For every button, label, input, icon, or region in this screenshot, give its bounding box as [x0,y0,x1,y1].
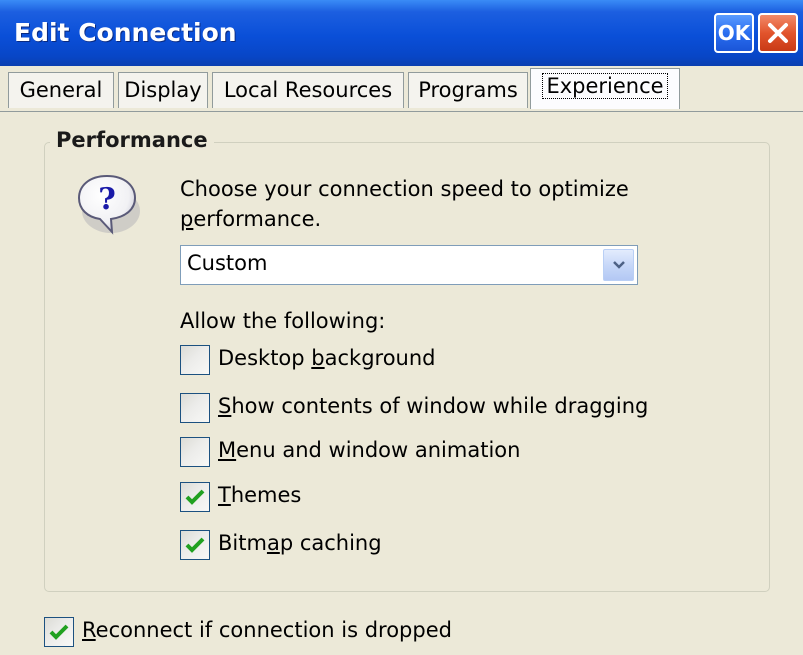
chevron-down-icon [613,261,625,269]
tab-programs[interactable]: Programs [408,72,528,108]
question-mark-balloon-icon: ? [77,174,140,235]
checkbox-box[interactable] [180,345,210,375]
speed-description: Choose your connection speed to optimize… [180,177,629,231]
checkbox-box[interactable] [180,530,210,560]
allow-label: Allow the following: [180,309,386,333]
checkbox-label: Reconnect if connection is dropped [82,618,452,642]
window-title: Edit Connection [14,18,237,47]
checkbox-label: Show contents of window while dragging [218,394,649,418]
checkbox-box[interactable] [180,482,210,512]
title-bar[interactable]: Edit Connection OK [0,0,803,66]
checkbox-label: Themes [218,483,302,507]
connection-speed-value: Custom [187,251,268,275]
tab-display[interactable]: Display [118,72,208,108]
performance-group-title: Performance [50,128,214,152]
checkbox-box[interactable] [44,617,74,647]
ok-button[interactable]: OK [714,13,754,53]
tab-experience[interactable]: Experience [530,68,680,109]
dropdown-button[interactable] [603,249,634,281]
checkbox-label: Menu and window animation [218,438,521,462]
close-icon [768,23,788,43]
tab-strip: General Display Local Resources Programs… [0,66,803,112]
tab-divider [0,111,803,112]
close-button[interactable] [758,13,798,53]
tab-general[interactable]: General [8,72,114,108]
checkbox-label: Bitmap caching [218,531,382,555]
checkmark-icon [49,624,69,640]
checkmark-icon [185,537,205,553]
checkbox-box[interactable] [180,393,210,423]
connection-speed-select[interactable]: Custom [180,245,638,285]
checkbox-box[interactable] [180,437,210,467]
checkbox-label: Desktop background [218,346,436,370]
tab-local-resources[interactable]: Local Resources [212,72,404,108]
svg-text:?: ? [98,182,116,217]
checkmark-icon [185,489,205,505]
